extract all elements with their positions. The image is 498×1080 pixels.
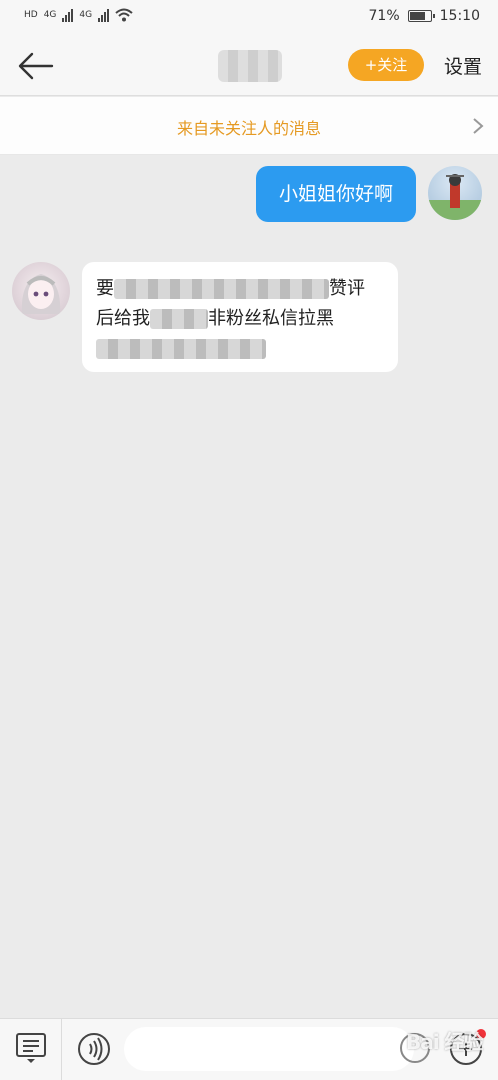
message-input[interactable]	[124, 1027, 414, 1071]
battery-fill	[409, 12, 426, 20]
chevron-right-icon	[473, 118, 484, 134]
clock: 15:10	[439, 8, 480, 24]
contact-name-blurred	[218, 50, 282, 82]
voice-icon[interactable]	[78, 1033, 110, 1065]
message-text: 赞评	[329, 278, 365, 299]
battery-icon	[407, 10, 435, 22]
network-label-2: 4G	[79, 10, 93, 20]
hd-label: HD	[24, 10, 38, 20]
signal-icon	[62, 8, 74, 22]
sent-message-bubble[interactable]: 小姐姐你好啊	[256, 166, 416, 222]
status-right: 71% 15:10	[369, 8, 480, 24]
chat-screen: HD 4G 4G 71% 15:10 +关注 设置 来自未关注人的消息 小姐姐你…	[0, 0, 498, 1080]
message-line-2: 后给我 非粉丝私信拉黑	[96, 304, 384, 334]
message-line-1: 要 赞评	[96, 274, 384, 304]
network-label: 4G	[43, 10, 57, 20]
message-text: 非粉丝私信拉黑	[208, 308, 334, 329]
message-line-3	[96, 334, 384, 364]
sender-avatar[interactable]	[12, 262, 70, 320]
signal-icon-2	[98, 8, 110, 22]
follow-button[interactable]: +关注	[348, 49, 424, 81]
sound-waves-icon	[89, 1037, 103, 1061]
blurred-text	[114, 279, 329, 299]
received-message-bubble[interactable]: 要 赞评 后给我 非粉丝私信拉黑	[82, 262, 398, 372]
menu-icon[interactable]	[14, 1031, 48, 1065]
stranger-message-banner[interactable]: 来自未关注人的消息	[0, 97, 498, 155]
back-arrow-icon[interactable]	[16, 48, 56, 84]
message-text: 要	[96, 278, 114, 299]
wifi-icon	[115, 8, 133, 22]
blurred-text	[96, 339, 266, 359]
avatar-illustration-icon	[428, 174, 482, 220]
banner-text: 来自未关注人的消息	[176, 119, 321, 138]
status-left: HD 4G 4G	[24, 8, 133, 22]
watermark: Bai 经验	[406, 1030, 484, 1054]
avatar-illustration-icon	[21, 274, 61, 314]
settings-button[interactable]: 设置	[444, 52, 482, 79]
divider	[61, 1019, 62, 1080]
battery-percent: 71%	[368, 8, 400, 24]
status-bar: HD 4G 4G 71% 15:10	[0, 0, 498, 36]
chat-header: +关注 设置	[0, 36, 498, 96]
blurred-text	[150, 309, 208, 329]
my-avatar[interactable]	[428, 166, 482, 220]
message-text: 后给我	[96, 308, 150, 329]
